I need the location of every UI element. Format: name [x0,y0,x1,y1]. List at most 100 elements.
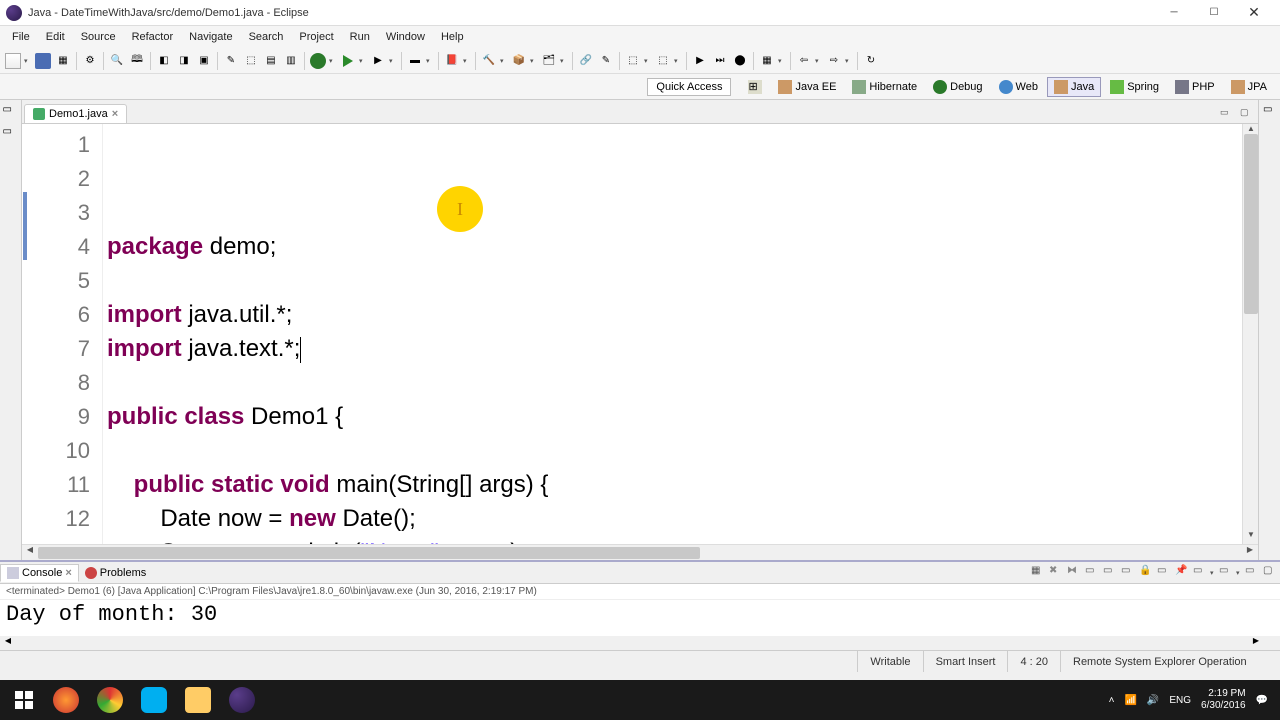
perspective-java[interactable]: Java [1047,77,1101,97]
remove-launch-icon[interactable]: ✖ [1049,565,1065,581]
trim-icon[interactable]: ▭ [1259,100,1280,119]
dropdown[interactable]: ▾ [560,57,568,65]
run-external-icon[interactable]: ▶ [369,52,387,70]
run-icon[interactable] [339,52,357,70]
menu-window[interactable]: Window [378,28,433,46]
toolbar-icon[interactable]: ↻ [862,52,880,70]
debug-icon[interactable] [309,52,327,70]
toolbar-icon[interactable]: 🔍 [108,52,126,70]
scrollbar-thumb[interactable] [1244,134,1258,314]
open-console-icon[interactable]: ▭ [1219,565,1235,581]
taskbar-explorer[interactable] [176,680,220,720]
maximize-view-icon[interactable]: ▢ [1263,565,1279,581]
run-dropdown[interactable]: ▾ [359,57,367,65]
toolbar-icon[interactable]: ✎ [222,52,240,70]
forward-icon[interactable]: ⇨ [825,52,843,70]
toolbar-icon[interactable]: ▶ [691,52,709,70]
taskbar-chrome[interactable] [88,680,132,720]
dropdown[interactable]: ▾ [463,57,471,65]
menu-file[interactable]: File [4,28,38,46]
toolbar-icon[interactable]: ⚙ [81,52,99,70]
console-btn[interactable]: ▭ [1085,565,1101,581]
taskbar-skype[interactable] [132,680,176,720]
toolbar-icon[interactable]: ⬚ [242,52,260,70]
minimize-view-icon[interactable]: ▭ [1245,565,1261,581]
tray-chevron-up-icon[interactable]: ˄ [1109,695,1115,706]
dropdown[interactable]: ▾ [674,57,682,65]
menu-run[interactable]: Run [342,28,378,46]
save-icon[interactable] [34,52,52,70]
menu-refactor[interactable]: Refactor [124,28,182,46]
maximize-view-icon[interactable]: ▢ [1240,107,1256,123]
toolbar-icon[interactable]: 📦 [510,52,528,70]
perspective-php[interactable]: PHP [1168,77,1222,97]
tray-notifications-icon[interactable]: 💬 [1256,695,1268,706]
menu-edit[interactable]: Edit [38,28,73,46]
close-button[interactable]: ✕ [1234,1,1274,25]
display-console-icon[interactable]: ▭ [1193,565,1209,581]
toolbar-icon[interactable]: ▦ [758,52,776,70]
scrollbar-thumb[interactable] [38,547,700,559]
dropdown[interactable]: ▾ [426,57,434,65]
start-button[interactable] [4,680,44,720]
toolbar-icon[interactable]: ⬤ [731,52,749,70]
taskbar-firefox[interactable] [44,680,88,720]
dropdown[interactable]: ▾ [1236,569,1244,577]
tab-console[interactable]: Console × [0,564,79,582]
console-btn[interactable]: ▭ [1121,565,1137,581]
taskbar-eclipse[interactable] [220,680,264,720]
perspective-web[interactable]: Web [992,77,1045,97]
toolbar-icon[interactable]: ▣ [195,52,213,70]
toolbar-icon[interactable]: 🔗 [577,52,595,70]
console-scrollbar[interactable]: ◀ ▶ [0,636,1280,650]
minimize-button[interactable]: ─ [1154,1,1194,25]
minimize-view-icon[interactable]: ▭ [1220,107,1236,123]
debug-dropdown[interactable]: ▾ [329,57,337,65]
toolbar-icon[interactable]: ⏭ [711,52,729,70]
perspective-javaee[interactable]: Java EE [771,77,843,97]
console-output[interactable]: Day of month: 30 [0,600,1280,636]
perspective-spring[interactable]: Spring [1103,77,1166,97]
trim-icon[interactable]: ▭ [3,104,19,120]
dropdown[interactable]: ▾ [1210,569,1218,577]
menu-project[interactable]: Project [291,28,341,46]
new-icon[interactable] [4,52,22,70]
pin-console-icon[interactable]: 📌 [1175,565,1191,581]
dropdown[interactable]: ▾ [778,57,786,65]
open-perspective-button[interactable]: ⊞ [741,77,769,97]
dropdown[interactable]: ▾ [389,57,397,65]
close-tab-icon[interactable]: × [65,567,71,579]
console-btn[interactable]: ▭ [1103,565,1119,581]
tray-network-icon[interactable]: 📶 [1124,695,1136,706]
trim-icon[interactable]: ▭ [3,126,19,142]
console-btn[interactable]: ▦ [1031,565,1047,581]
toolbar-icon[interactable]: ⬚ [624,52,642,70]
toolbar-icon[interactable]: 🔨 [480,52,498,70]
save-all-icon[interactable]: ▦ [54,52,72,70]
new-dropdown[interactable]: ▾ [24,57,32,65]
perspective-debug[interactable]: Debug [926,77,989,97]
tray-clock[interactable]: 2:19 PM 6/30/2016 [1201,688,1246,712]
toolbar-icon[interactable]: ⬚ [654,52,672,70]
toolbar-icon[interactable]: 📕 [443,52,461,70]
remove-all-icon[interactable]: ⧓ [1067,565,1083,581]
vertical-scrollbar[interactable]: ▲ ▼ [1242,124,1258,544]
editor-tab-demo1[interactable]: Demo1.java × [24,104,127,123]
tab-problems[interactable]: Problems [79,565,152,581]
dropdown[interactable]: ▾ [815,57,823,65]
menu-search[interactable]: Search [241,28,292,46]
menu-help[interactable]: Help [433,28,472,46]
toolbar-icon[interactable]: ▥ [282,52,300,70]
maximize-button[interactable]: ☐ [1194,1,1234,25]
dropdown[interactable]: ▾ [845,57,853,65]
menu-source[interactable]: Source [73,28,124,46]
perspective-hibernate[interactable]: Hibernate [845,77,924,97]
menu-navigate[interactable]: Navigate [181,28,240,46]
toolbar-icon[interactable]: ▤ [262,52,280,70]
tray-language[interactable]: ENG [1169,695,1191,706]
back-icon[interactable]: ⇦ [795,52,813,70]
tray-volume-icon[interactable]: 🔊 [1147,695,1159,706]
scroll-lock-icon[interactable]: 🔒 [1139,565,1155,581]
toolbar-icon[interactable]: ✎ [597,52,615,70]
dropdown[interactable]: ▾ [530,57,538,65]
